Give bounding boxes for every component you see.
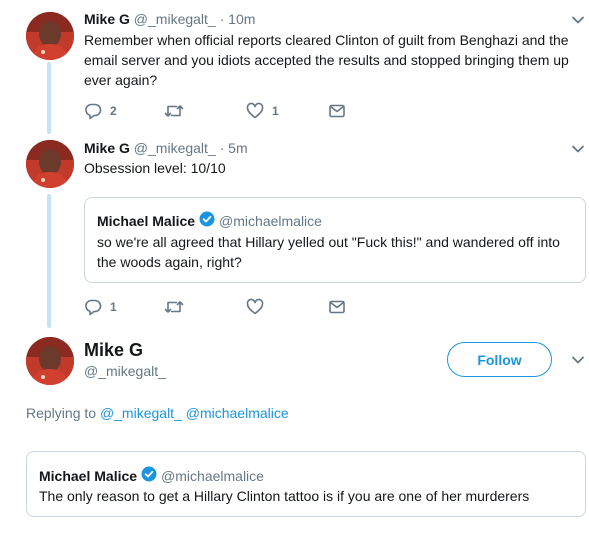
quoted-tweet-text: The only reason to get a Hillary Clinton…: [39, 488, 530, 504]
like-button[interactable]: 1: [246, 101, 279, 121]
quoted-author-name: Michael Malice: [39, 467, 138, 484]
reply-count: 1: [110, 300, 117, 314]
separator-dot: ·: [219, 140, 225, 156]
chevron-down-icon[interactable]: [570, 141, 586, 157]
tweet-header: Mike G @_mikegalt_ · 10m: [84, 11, 255, 27]
quoted-author-name: Michael Malice: [97, 212, 196, 229]
retweet-button[interactable]: [164, 101, 192, 121]
dm-button[interactable]: [328, 101, 346, 121]
quoted-tweet-text: so we're all agreed that Hillary yelled …: [97, 234, 560, 270]
chevron-down-icon[interactable]: [570, 12, 586, 28]
heart-icon: [246, 298, 264, 316]
replying-to-label: Replying to: [26, 405, 97, 421]
thread-line: [47, 62, 51, 134]
chevron-down-icon[interactable]: [570, 352, 586, 368]
tweet-header: Mike G @_mikegalt_ · 5m: [84, 140, 248, 156]
author-name[interactable]: Mike G: [84, 140, 130, 156]
dm-button[interactable]: [328, 297, 346, 317]
avatar[interactable]: [26, 337, 74, 385]
author-handle[interactable]: @_mikegalt_: [134, 140, 216, 156]
separator-dot: ·: [219, 11, 225, 27]
reply-icon: [84, 298, 102, 316]
envelope-icon: [328, 102, 346, 120]
replying-to-link[interactable]: @_mikegalt_: [100, 405, 182, 421]
retweet-icon: [164, 102, 184, 120]
retweet-button[interactable]: [164, 297, 192, 317]
quoted-tweet[interactable]: Michael Malice @michaelmalice so we're a…: [84, 197, 586, 283]
heart-icon: [246, 102, 264, 120]
verified-badge-icon: [199, 211, 215, 230]
thread-line: [47, 194, 51, 328]
retweet-icon: [164, 298, 184, 316]
replying-to: Replying to @_mikegalt_ @michaelmalice: [26, 405, 289, 421]
replying-to-link[interactable]: @michaelmalice: [186, 405, 289, 421]
author-name[interactable]: Mike G: [84, 340, 143, 361]
like-count: 1: [272, 104, 279, 118]
reply-icon: [84, 102, 102, 120]
reply-count: 2: [110, 104, 117, 118]
author-handle[interactable]: @_mikegalt_: [134, 11, 216, 27]
avatar[interactable]: [26, 140, 74, 188]
quoted-tweet[interactable]: Michael Malice @michaelmalice The only r…: [26, 451, 586, 517]
author-name[interactable]: Mike G: [84, 11, 130, 27]
like-button[interactable]: [246, 297, 272, 317]
tweet-timestamp[interactable]: 5m: [228, 140, 247, 156]
envelope-icon: [328, 298, 346, 316]
author-handle[interactable]: @_mikegalt_: [84, 363, 166, 379]
verified-badge-icon: [141, 466, 157, 485]
tweet-text: Remember when official reports cleared C…: [84, 32, 569, 88]
avatar[interactable]: [26, 12, 74, 60]
tweet-actions: 2 1: [84, 101, 384, 121]
tweet-timestamp[interactable]: 10m: [228, 11, 255, 27]
quoted-author-handle: @michaelmalice: [161, 467, 264, 484]
tweet-actions: 1: [84, 297, 384, 317]
tweet-text: Obsession level: 10/10: [84, 160, 226, 176]
reply-button[interactable]: 2: [84, 101, 117, 121]
quoted-author-handle: @michaelmalice: [219, 212, 322, 229]
reply-button[interactable]: 1: [84, 297, 117, 317]
follow-button[interactable]: Follow: [447, 342, 552, 377]
